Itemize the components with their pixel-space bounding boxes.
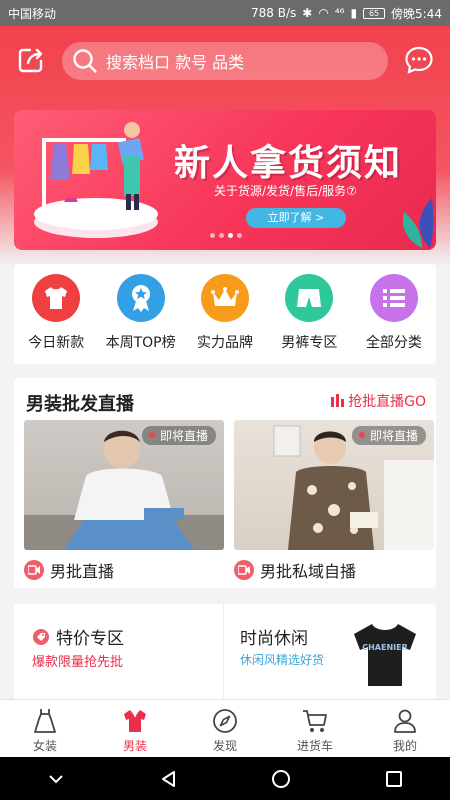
category-grid: 今日新款 本周TOP榜 实力品牌 男裤专区 全部分类 [14, 264, 436, 364]
bar-chart-icon [331, 394, 345, 407]
tab-womens[interactable]: 女装 [0, 700, 90, 757]
leaf-decoration [402, 198, 434, 248]
bottom-tab-bar: 女装 男装 发现 进货车 我的 [0, 699, 450, 757]
wifi-icon: ◠ [318, 6, 329, 20]
tag-icon [33, 628, 49, 645]
live-item-wholesale[interactable]: 即将直播 男批直播 [24, 420, 224, 582]
chevron-down-icon[interactable] [46, 769, 66, 789]
shirt-icon [124, 709, 146, 732]
live-thumbnail: 即将直播 [234, 420, 434, 550]
promo-left-subtitle: 爆款限量抢先批 [32, 655, 124, 670]
dress-icon [34, 709, 56, 733]
banner-learn-more-button[interactable]: 立即了解 > [246, 208, 346, 228]
promo-banner[interactable]: 新人拿货须知 关于货源/发货/售后/服务⑦ 立即了解 > [14, 110, 436, 250]
live-item-label: 男批私域自播 [234, 558, 434, 582]
live-status-badge: 即将直播 [141, 426, 216, 445]
video-icon [24, 560, 44, 580]
system-nav-bar [0, 757, 450, 800]
compass-icon [213, 709, 237, 733]
live-section: 男装批发直播 抢批直播GO 即将直播 男批直播 即将直播 男批私域自播 [14, 378, 436, 588]
promo-right-subtitle: 休闲风精选好货 [240, 653, 325, 667]
category-label: 今日新款 [28, 335, 85, 351]
tshirt-icon [32, 274, 81, 322]
tab-label: 我的 [392, 739, 417, 753]
message-icon[interactable] [404, 45, 434, 75]
back-icon[interactable] [159, 769, 179, 789]
category-brands[interactable]: 实力品牌 [183, 264, 267, 364]
live-item-name: 男批直播 [50, 562, 115, 581]
category-label: 实力品牌 [197, 335, 254, 351]
battery-icon: 65 [363, 7, 386, 19]
header-row: 搜索档口 款号 品类 [0, 40, 450, 80]
live-more-link[interactable]: 抢批直播GO [330, 391, 426, 411]
cart-icon [303, 710, 327, 732]
home-icon[interactable] [271, 769, 291, 789]
video-icon [234, 560, 254, 580]
tab-label: 女装 [32, 739, 57, 753]
live-thumbnail: 即将直播 [24, 420, 224, 550]
list-icon [369, 274, 418, 322]
status-right: 788 B/s ✱ ◠ ⁴⁶ ▮ 65 傍晚5:44 [251, 5, 442, 22]
carrier-label: 中国移动 [8, 6, 57, 21]
live-item-private[interactable]: 即将直播 男批私域自播 [234, 420, 434, 582]
network-speed: 788 B/s [251, 6, 297, 20]
category-mens-pants[interactable]: 男裤专区 [267, 264, 351, 364]
live-more-label: 抢批直播GO [348, 394, 426, 410]
status-bar: 中国移动 788 B/s ✱ ◠ ⁴⁶ ▮ 65 傍晚5:44 [0, 0, 450, 26]
crown-icon [201, 274, 250, 322]
tab-profile[interactable]: 我的 [360, 700, 450, 757]
search-input[interactable]: 搜索档口 款号 品类 [62, 42, 388, 80]
tab-discover[interactable]: 发现 [180, 700, 270, 757]
banner-title: 新人拿货须知 [174, 143, 403, 184]
category-label: 全部分类 [365, 335, 422, 351]
banner-dot [210, 233, 215, 238]
recents-icon[interactable] [384, 769, 404, 789]
ribbon-star-icon [116, 274, 165, 322]
tab-mens[interactable]: 男装 [90, 700, 180, 757]
tab-label: 男装 [122, 739, 147, 753]
banner-illustration [34, 122, 158, 238]
tab-label: 发现 [212, 739, 237, 753]
category-label: 男裤专区 [281, 335, 338, 351]
category-all[interactable]: 全部分类 [352, 264, 436, 364]
promo-right-title[interactable]: 时尚休闲 [240, 624, 308, 649]
tab-label: 进货车 [296, 739, 333, 753]
signal-type: ⁴⁶ [334, 6, 345, 20]
tshirt-print: CHAENIER [362, 643, 408, 652]
promo-special-price[interactable]: 特价专区 爆款限量抢先批 [14, 604, 224, 700]
banner-pagination [210, 233, 242, 238]
user-icon [394, 709, 416, 733]
banner-subtitle: 关于货源/发货/售后/服务⑦ [214, 184, 357, 198]
tab-cart[interactable]: 进货车 [270, 700, 360, 757]
category-label: 本周TOP榜 [105, 335, 176, 351]
live-item-name: 男批私域自播 [260, 562, 357, 581]
banner-dot [219, 233, 224, 238]
tshirt-image: CHAENIER [354, 624, 416, 686]
promo-left-title-text: 特价专区 [56, 629, 124, 649]
signal-icon: ▮ [350, 6, 358, 20]
banner-dot [237, 233, 242, 238]
share-icon[interactable] [16, 45, 46, 75]
shorts-icon [285, 274, 334, 322]
category-weekly-top[interactable]: 本周TOP榜 [98, 264, 182, 364]
category-new-today[interactable]: 今日新款 [14, 264, 98, 364]
search-placeholder: 搜索档口 款号 品类 [106, 53, 245, 72]
search-icon [73, 49, 97, 73]
clock: 傍晚5:44 [391, 6, 442, 21]
promo-left-title: 特价专区 [32, 624, 124, 649]
promo-section: 特价专区 爆款限量抢先批 时尚休闲 休闲风精选好货 CHAENIER [14, 604, 436, 700]
banner-dot-active [228, 233, 233, 238]
section-title: 男装批发直播 [26, 394, 134, 415]
live-status-badge: 即将直播 [351, 426, 426, 445]
bluetooth-icon: ✱ [302, 6, 313, 20]
live-item-label: 男批直播 [24, 558, 224, 582]
